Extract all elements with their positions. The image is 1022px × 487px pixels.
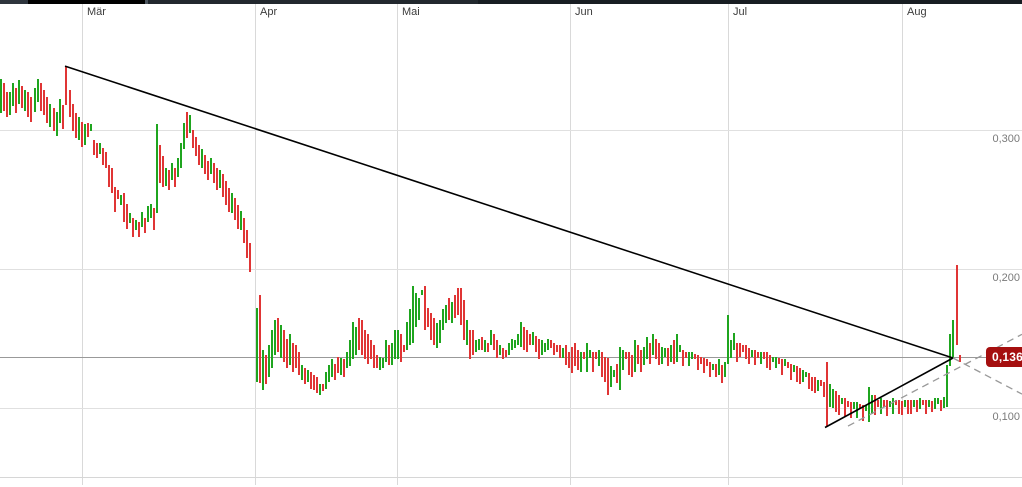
- trendline-solid[interactable]: [64, 65, 954, 359]
- trendline-solid[interactable]: [824, 357, 954, 429]
- candlestick-chart-canvas[interactable]: MärAprMaiJunJulAug0,3000,2000,100 0,1364: [0, 0, 1022, 487]
- last-price-label: 0,1364: [992, 350, 1022, 364]
- last-price-badge: 0,1364: [986, 347, 1022, 367]
- trendline-layer[interactable]: [0, 0, 1022, 487]
